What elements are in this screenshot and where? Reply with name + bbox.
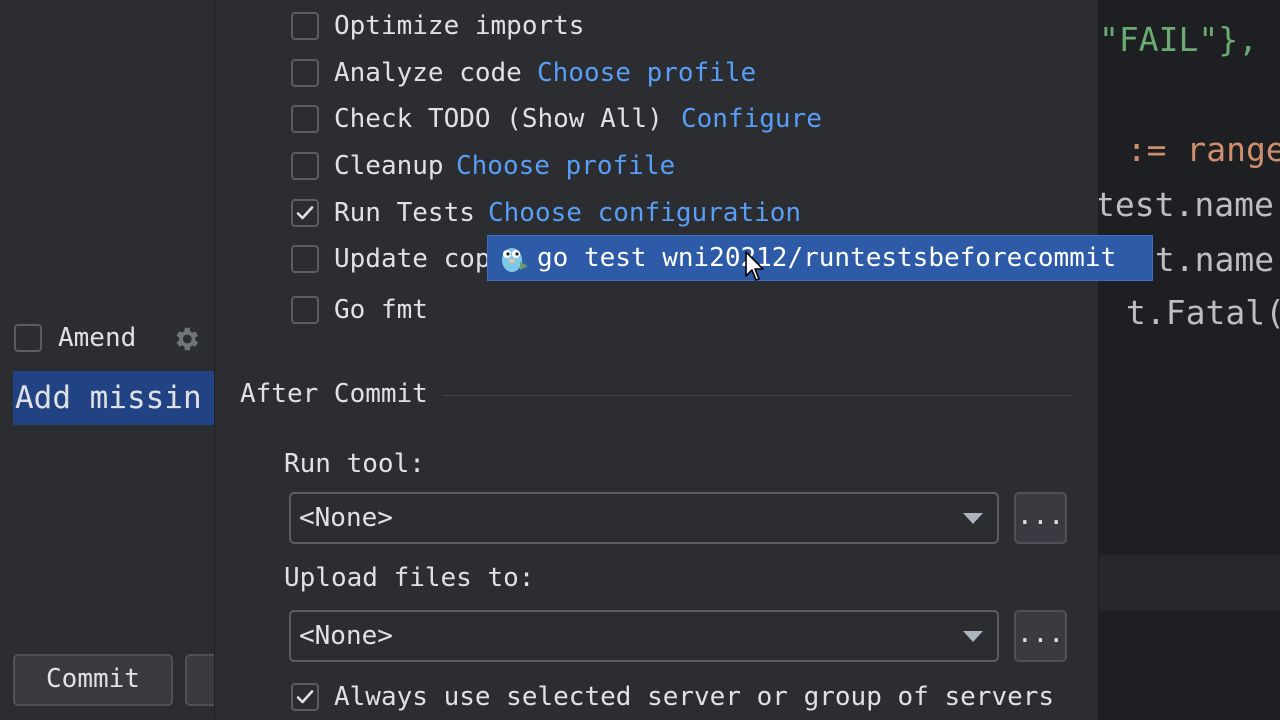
commit-message-input[interactable]: Add missin (13, 371, 214, 425)
analyze-code-label: Analyze code (334, 58, 522, 88)
check-todo-configure-link[interactable]: Configure (681, 103, 822, 135)
go-fmt-label: Go fmt (334, 295, 428, 325)
run-tool-browse-button[interactable]: ... (1014, 492, 1067, 544)
cleanup-choose-profile-link[interactable]: Choose profile (456, 150, 675, 182)
chevron-down-icon (963, 631, 983, 642)
code-line: t.Fatal( (1126, 293, 1280, 332)
check-todo-checkbox[interactable] (291, 105, 319, 133)
run-configuration-popup[interactable]: go test wni20212/runtestsbeforecommit (487, 235, 1153, 281)
upload-files-value: <None> (299, 621, 393, 651)
cleanup-label: Cleanup (334, 151, 444, 181)
upload-files-label: Upload files to: (284, 563, 535, 593)
always-use-server-label: Always use selected server or group of s… (334, 682, 1055, 712)
run-tool-value: <None> (299, 503, 393, 533)
section-divider (443, 395, 1073, 396)
checkmark-icon (296, 690, 314, 704)
run-tests-checkbox[interactable] (291, 199, 319, 227)
commit-tool-window: Amend Add missin Commit (0, 0, 225, 720)
code-line: test.name, (1097, 185, 1280, 224)
checkmark-icon (296, 206, 314, 220)
run-configuration-item[interactable]: go test wni20212/runtestsbeforecommit (537, 242, 1116, 274)
update-copyright-checkbox[interactable] (291, 245, 319, 273)
check-todo-label: Check TODO (Show All) (334, 104, 663, 134)
mouse-cursor-icon (745, 251, 764, 281)
amend-checkbox[interactable] (14, 324, 42, 352)
optimize-imports-checkbox[interactable] (291, 12, 319, 40)
code-line: : := range (1097, 130, 1280, 169)
optimize-imports-label: Optimize imports (334, 11, 585, 41)
analyze-code-checkbox[interactable] (291, 59, 319, 87)
always-use-server-checkbox[interactable] (291, 683, 319, 711)
chevron-down-icon (963, 513, 983, 524)
code-line: "FAIL"}, (1099, 20, 1258, 59)
amend-label: Amend (58, 323, 137, 353)
run-tests-label: Run Tests (334, 198, 475, 228)
cleanup-checkbox[interactable] (291, 152, 319, 180)
run-tests-choose-configuration-link[interactable]: Choose configuration (488, 197, 801, 229)
upload-files-browse-button[interactable]: ... (1014, 610, 1067, 662)
gear-icon[interactable] (171, 324, 201, 354)
commit-options-dialog: Optimize imports Analyze code Choose pro… (214, 0, 1099, 720)
code-line: st.name (1135, 240, 1275, 279)
run-tool-select[interactable]: <None> (289, 492, 999, 544)
analyze-code-choose-profile-link[interactable]: Choose profile (537, 57, 756, 89)
after-commit-title: After Commit (240, 379, 428, 409)
commit-button[interactable]: Commit (13, 654, 173, 706)
gopher-icon (502, 248, 528, 272)
go-fmt-checkbox[interactable] (291, 296, 319, 324)
run-tool-label: Run tool: (284, 449, 425, 479)
upload-files-select[interactable]: <None> (289, 610, 999, 662)
code-editor[interactable]: "FAIL"}, : := range test.name, st.name t… (1097, 0, 1280, 720)
update-copyright-label: Update cop (334, 244, 491, 274)
editor-highlight-band (1097, 555, 1280, 611)
